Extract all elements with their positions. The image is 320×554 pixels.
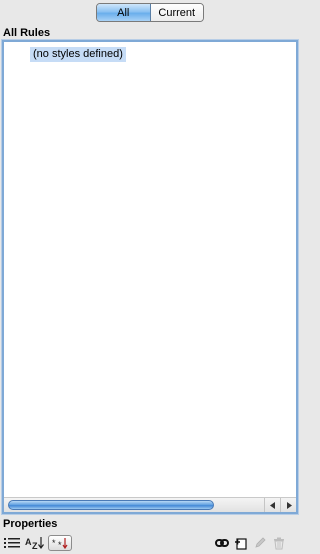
arrow-right-icon [286, 501, 292, 509]
current-segment-button[interactable]: Current [150, 4, 203, 21]
empty-rules-item[interactable]: (no styles defined) [30, 47, 126, 62]
show-set-properties-icon[interactable]: * * [48, 535, 72, 551]
arrow-left-icon [269, 501, 275, 509]
svg-text:*: * [58, 540, 62, 549]
properties-header: Properties [3, 518, 58, 530]
list-view-icon[interactable] [3, 535, 21, 551]
horizontal-scrollbar[interactable] [4, 497, 296, 512]
sort-az-icon[interactable]: A Z [25, 535, 45, 551]
trash-icon[interactable] [271, 535, 287, 551]
svg-text:*: * [52, 538, 56, 548]
properties-toolbar: A Z * * [0, 533, 302, 554]
view-mode-segmented-control: All Current [96, 3, 204, 22]
scrollbar-thumb[interactable] [8, 500, 214, 510]
scroll-left-button[interactable] [264, 498, 280, 512]
svg-text:A: A [25, 537, 32, 547]
all-segment-button[interactable]: All [97, 4, 151, 21]
all-rules-header: All Rules [3, 27, 51, 39]
scroll-right-button[interactable] [280, 498, 296, 512]
edit-icon[interactable] [252, 535, 268, 551]
svg-text:Z: Z [32, 541, 38, 550]
link-icon[interactable] [214, 535, 230, 551]
rules-list-panel[interactable]: (no styles defined) [2, 40, 298, 514]
add-rule-icon[interactable] [233, 535, 249, 551]
